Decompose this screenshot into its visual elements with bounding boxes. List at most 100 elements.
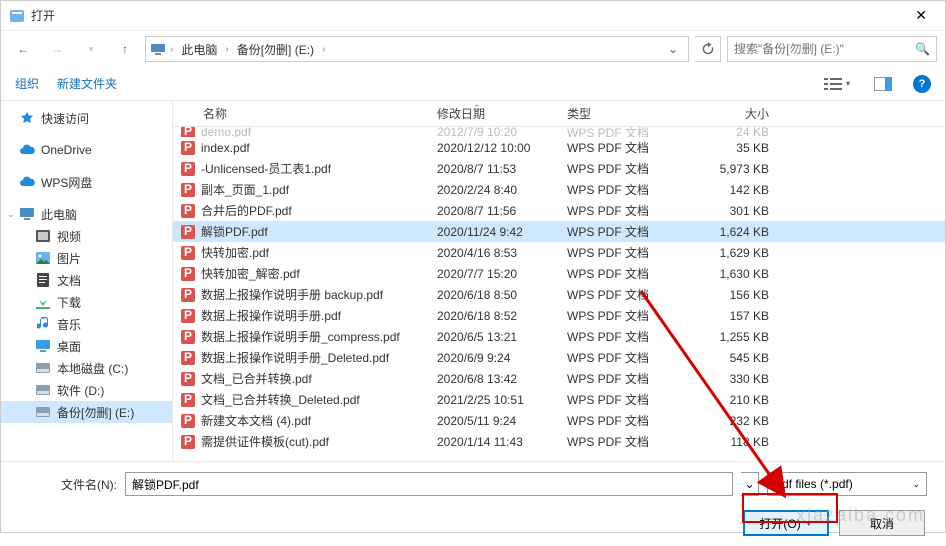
file-type: WPS PDF 文档 bbox=[559, 328, 677, 345]
sidebar-videos[interactable]: 视频 bbox=[1, 225, 172, 247]
cloud-icon bbox=[19, 174, 35, 190]
file-size: 1,624 KB bbox=[677, 225, 777, 239]
file-name: 合并后的PDF.pdf bbox=[201, 202, 292, 219]
breadcrumb[interactable]: › 此电脑 › 备份[勿删] (E:) › ⌄ bbox=[145, 36, 689, 62]
file-name: 数据上报操作说明手册 backup.pdf bbox=[201, 286, 383, 303]
sidebar-item-label: 桌面 bbox=[57, 338, 81, 355]
table-row[interactable]: P需提供证件模板(cut).pdf 2020/1/14 11:43 WPS PD… bbox=[173, 431, 945, 452]
sidebar-item-label: 下载 bbox=[57, 294, 81, 311]
sidebar-this-pc[interactable]: ⌄ 此电脑 bbox=[1, 203, 172, 225]
breadcrumb-dropdown[interactable]: ⌄ bbox=[662, 40, 684, 58]
open-button[interactable]: 打开(O) ▼ bbox=[743, 510, 829, 536]
table-row[interactable]: P新建文本文档 (4).pdf 2020/5/11 9:24 WPS PDF 文… bbox=[173, 410, 945, 431]
breadcrumb-leaf[interactable]: 备份[勿删] (E:) bbox=[233, 39, 318, 60]
pdf-file-icon: P bbox=[181, 435, 195, 449]
table-row[interactable]: P副本_页面_1.pdf 2020/2/24 8:40 WPS PDF 文档 1… bbox=[173, 179, 945, 200]
file-size: 1,629 KB bbox=[677, 246, 777, 260]
new-folder-button[interactable]: 新建文件夹 bbox=[57, 75, 117, 92]
table-row[interactable]: Pdemo.pdf 2012/7/9 10:20 WPS PDF 文档 24 K… bbox=[173, 127, 945, 137]
pdf-file-icon: P bbox=[181, 330, 195, 344]
table-row[interactable]: P合并后的PDF.pdf 2020/8/7 11:56 WPS PDF 文档 3… bbox=[173, 200, 945, 221]
chevron-down-icon[interactable]: ⌄ bbox=[7, 209, 15, 220]
col-name[interactable]: 名称 bbox=[173, 105, 429, 122]
file-rows[interactable]: Pdemo.pdf 2012/7/9 10:20 WPS PDF 文档 24 K… bbox=[173, 127, 945, 461]
svg-text:P: P bbox=[184, 225, 192, 238]
breadcrumb-root[interactable]: 此电脑 bbox=[177, 39, 221, 60]
column-headers: 名称 修改日期 类型 大小 ⌃ bbox=[173, 101, 945, 127]
file-size: 545 KB bbox=[677, 351, 777, 365]
file-name: 快转加密_解密.pdf bbox=[201, 265, 300, 282]
sidebar[interactable]: 快速访问 OneDrive WPS网盘 ⌄ 此电脑 视频 图片 文档 bbox=[1, 101, 173, 461]
filename-input[interactable] bbox=[125, 472, 733, 496]
table-row[interactable]: P数据上报操作说明手册_Deleted.pdf 2020/6/9 9:24 WP… bbox=[173, 347, 945, 368]
sidebar-desktop[interactable]: 桌面 bbox=[1, 335, 172, 357]
sidebar-onedrive[interactable]: OneDrive bbox=[1, 139, 172, 161]
preview-pane-button[interactable] bbox=[867, 73, 899, 95]
file-date: 2020/2/24 8:40 bbox=[429, 183, 559, 197]
file-name: 数据上报操作说明手册_Deleted.pdf bbox=[201, 349, 389, 366]
file-size: 5,973 KB bbox=[677, 162, 777, 176]
up-button[interactable]: ↑ bbox=[111, 35, 139, 63]
cancel-button[interactable]: 取消 bbox=[839, 510, 925, 536]
file-list: 名称 修改日期 类型 大小 ⌃ Pdemo.pdf 2012/7/9 10:20… bbox=[173, 101, 945, 461]
video-icon bbox=[35, 228, 51, 244]
sidebar-item-label: 快速访问 bbox=[41, 110, 89, 127]
col-type[interactable]: 类型 bbox=[559, 105, 677, 122]
sidebar-documents[interactable]: 文档 bbox=[1, 269, 172, 291]
recent-dropdown[interactable]: ▾ bbox=[77, 35, 105, 63]
file-type: WPS PDF 文档 bbox=[559, 265, 677, 282]
table-row[interactable]: P数据上报操作说明手册.pdf 2020/6/18 8:52 WPS PDF 文… bbox=[173, 305, 945, 326]
chevron-right-icon: › bbox=[320, 44, 327, 55]
sidebar-drive-c[interactable]: 本地磁盘 (C:) bbox=[1, 357, 172, 379]
table-row[interactable]: P解锁PDF.pdf 2020/11/24 9:42 WPS PDF 文档 1,… bbox=[173, 221, 945, 242]
file-type: WPS PDF 文档 bbox=[559, 370, 677, 387]
sidebar-pictures[interactable]: 图片 bbox=[1, 247, 172, 269]
table-row[interactable]: P-Unlicensed-员工表1.pdf 2020/8/7 11:53 WPS… bbox=[173, 158, 945, 179]
sidebar-item-label: 软件 (D:) bbox=[57, 382, 104, 399]
table-row[interactable]: P文档_已合并转换.pdf 2020/6/8 13:42 WPS PDF 文档 … bbox=[173, 368, 945, 389]
pdf-file-icon: P bbox=[181, 183, 195, 197]
forward-button[interactable]: → bbox=[43, 35, 71, 63]
pdf-file-icon: P bbox=[181, 372, 195, 386]
table-row[interactable]: P快转加密.pdf 2020/4/16 8:53 WPS PDF 文档 1,62… bbox=[173, 242, 945, 263]
sidebar-music[interactable]: 音乐 bbox=[1, 313, 172, 335]
pdf-file-icon: P bbox=[181, 309, 195, 323]
close-icon[interactable]: ✕ bbox=[905, 3, 937, 28]
table-row[interactable]: P数据上报操作说明手册 backup.pdf 2020/6/18 8:50 WP… bbox=[173, 284, 945, 305]
table-row[interactable]: P数据上报操作说明手册_compress.pdf 2020/6/5 13:21 … bbox=[173, 326, 945, 347]
filename-dropdown[interactable]: ⌄ bbox=[741, 472, 759, 496]
sidebar-item-label: 文档 bbox=[57, 272, 81, 289]
help-icon[interactable]: ? bbox=[913, 75, 931, 93]
table-row[interactable]: P文档_已合并转换_Deleted.pdf 2021/2/25 10:51 WP… bbox=[173, 389, 945, 410]
file-type: WPS PDF 文档 bbox=[559, 160, 677, 177]
sidebar-item-label: WPS网盘 bbox=[41, 174, 92, 191]
svg-text:P: P bbox=[184, 183, 192, 196]
svg-text:P: P bbox=[184, 351, 192, 364]
back-button[interactable]: ← bbox=[9, 35, 37, 63]
col-date[interactable]: 修改日期 bbox=[429, 105, 559, 122]
file-date: 2020/6/9 9:24 bbox=[429, 351, 559, 365]
table-row[interactable]: Pindex.pdf 2020/12/12 10:00 WPS PDF 文档 3… bbox=[173, 137, 945, 158]
table-row[interactable]: P快转加密_解密.pdf 2020/7/7 15:20 WPS PDF 文档 1… bbox=[173, 263, 945, 284]
search-icon[interactable]: 🔍 bbox=[915, 42, 930, 56]
dialog-footer: 文件名(N): ⌄ Pdf files (*.pdf) ⌄ 打开(O) ▼ 取消 bbox=[1, 461, 945, 546]
sidebar-drive-e[interactable]: 备份[勿删] (E:) bbox=[1, 401, 172, 423]
search-input[interactable] bbox=[734, 42, 915, 56]
sidebar-wps[interactable]: WPS网盘 bbox=[1, 171, 172, 193]
organize-menu[interactable]: 组织 bbox=[15, 75, 39, 92]
refresh-icon bbox=[701, 42, 715, 56]
chevron-right-icon: › bbox=[223, 44, 230, 55]
toolbar: 组织 新建文件夹 ▾ ? bbox=[1, 67, 945, 101]
svg-text:P: P bbox=[184, 435, 192, 448]
view-details-button[interactable]: ▾ bbox=[821, 73, 853, 95]
sidebar-downloads[interactable]: 下载 bbox=[1, 291, 172, 313]
sidebar-quick-access[interactable]: 快速访问 bbox=[1, 107, 172, 129]
col-size[interactable]: 大小 bbox=[677, 105, 777, 122]
sidebar-drive-d[interactable]: 软件 (D:) bbox=[1, 379, 172, 401]
search-box[interactable]: 🔍 bbox=[727, 36, 937, 62]
refresh-button[interactable] bbox=[695, 36, 721, 62]
navbar: ← → ▾ ↑ › 此电脑 › 备份[勿删] (E:) › ⌄ 🔍 bbox=[1, 31, 945, 67]
file-size: 157 KB bbox=[677, 309, 777, 323]
file-name: 快转加密.pdf bbox=[201, 244, 269, 261]
file-filter-select[interactable]: Pdf files (*.pdf) ⌄ bbox=[767, 472, 927, 496]
